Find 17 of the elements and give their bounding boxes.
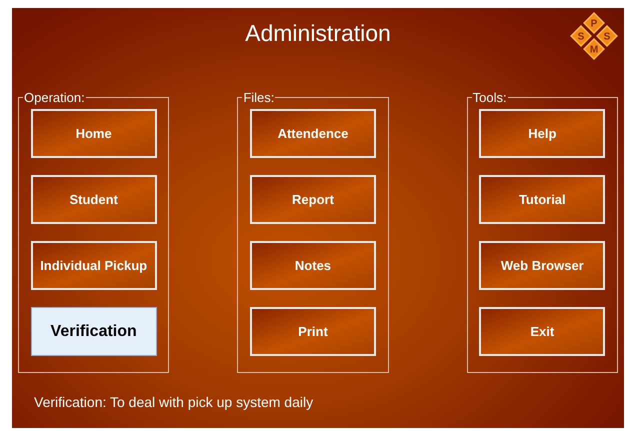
menu-button[interactable]: Report: [250, 175, 376, 224]
menu-button[interactable]: Tutorial: [479, 175, 606, 224]
menu-button[interactable]: Student: [30, 175, 157, 224]
menu-button[interactable]: Exit: [479, 307, 606, 356]
status-text: Verification: To deal with pick up system daily: [34, 394, 314, 410]
menu-button[interactable]: Individual Pickup: [30, 241, 157, 290]
menu-button[interactable]: Verification: [30, 307, 157, 356]
group-label: Files:: [242, 90, 276, 105]
window-title: Administration: [245, 20, 391, 48]
menu-button[interactable]: Print: [250, 307, 376, 356]
menu-button[interactable]: Notes: [250, 241, 376, 290]
menu-button[interactable]: Help: [479, 109, 606, 158]
menu-button[interactable]: Home: [30, 109, 157, 158]
group-label: Operation:: [23, 90, 86, 105]
menu-button[interactable]: Attendence: [250, 109, 376, 158]
menu-button[interactable]: Web Browser: [479, 241, 606, 290]
group-label: Tools:: [472, 90, 508, 105]
